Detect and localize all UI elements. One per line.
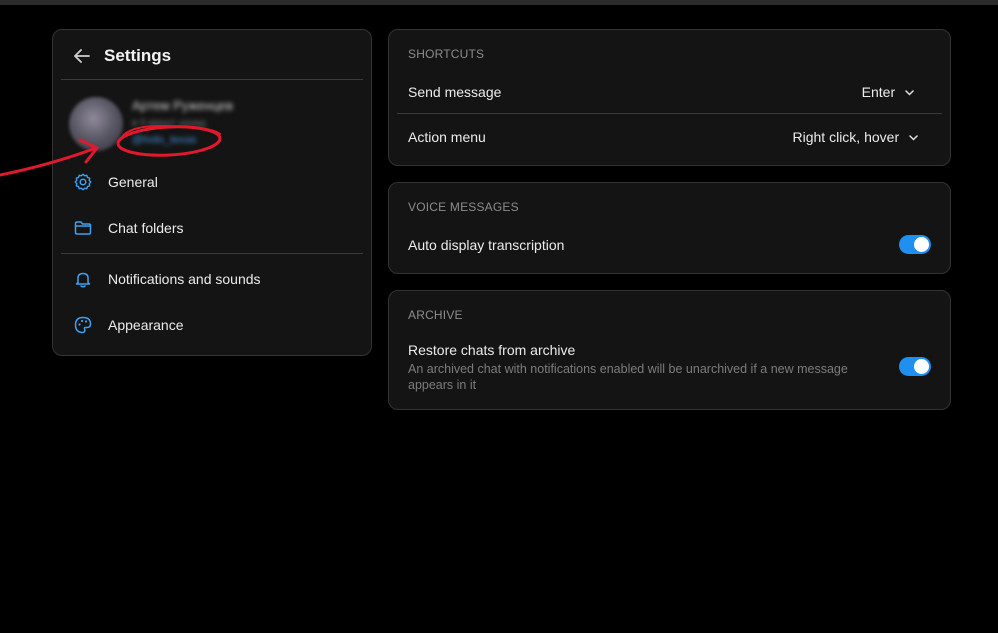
section-title: ARCHIVE [408,308,463,322]
sidebar-item-label: Appearance [108,317,184,333]
shortcuts-section: SHORTCUTS Send message Enter Action menu… [388,29,951,166]
palette-icon [74,316,92,334]
settings-sidebar: Settings Артем Руженцев в 5 минут назад … [52,29,372,356]
restore-chats-label: Restore chats from archive [408,342,576,358]
back-arrow-icon[interactable] [72,46,92,66]
send-message-value: Enter [861,84,896,100]
page-title: Settings [104,46,172,65]
sidebar-item-appearance[interactable]: Appearance [61,305,363,345]
section-title: VOICE MESSAGES [408,200,519,214]
header-divider [61,79,363,80]
chevron-down-icon [905,90,914,96]
toggle-knob [914,237,929,252]
sidebar-item-label: General [108,174,158,190]
toggle-knob [914,359,929,374]
profile-status: в 5 минут назад [132,118,206,129]
profile-username[interactable]: @tvdo_texas [132,134,196,146]
shortcuts-divider [397,113,942,114]
folder-icon [74,221,92,235]
sidebar-item-notifications[interactable]: Notifications and sounds [61,259,363,299]
sidebar-item-general[interactable]: General [61,162,363,202]
archive-section: ARCHIVE Restore chats from archive An ar… [388,290,951,410]
gear-icon [74,173,92,191]
send-message-select[interactable]: Enter [862,84,914,100]
action-menu-label: Action menu [408,129,486,145]
auto-transcription-label: Auto display transcription [408,237,565,253]
bell-icon [75,272,91,288]
restore-chats-toggle[interactable] [899,357,931,376]
settings-header: Settings [53,30,371,80]
avatar[interactable] [69,97,123,151]
chevron-down-icon [909,135,918,141]
restore-chats-description: An archived chat with notifications enab… [408,362,848,392]
action-menu-select[interactable]: Right click, hover [793,129,918,145]
profile-card[interactable]: Артем Руженцев в 5 минут назад @tvdo_tex… [53,87,371,157]
voice-messages-section: VOICE MESSAGES Auto display transcriptio… [388,182,951,274]
window-top-bar [0,0,998,5]
auto-transcription-toggle[interactable] [899,235,931,254]
sidebar-item-label: Notifications and sounds [108,271,261,287]
section-title: SHORTCUTS [408,47,485,61]
action-menu-value: Right click, hover [792,129,900,145]
sidebar-item-label: Chat folders [108,220,184,236]
nav-divider [61,253,363,254]
sidebar-item-chat-folders[interactable]: Chat folders [61,208,363,248]
send-message-label: Send message [408,84,502,100]
profile-name: Артем Руженцев [132,98,234,113]
